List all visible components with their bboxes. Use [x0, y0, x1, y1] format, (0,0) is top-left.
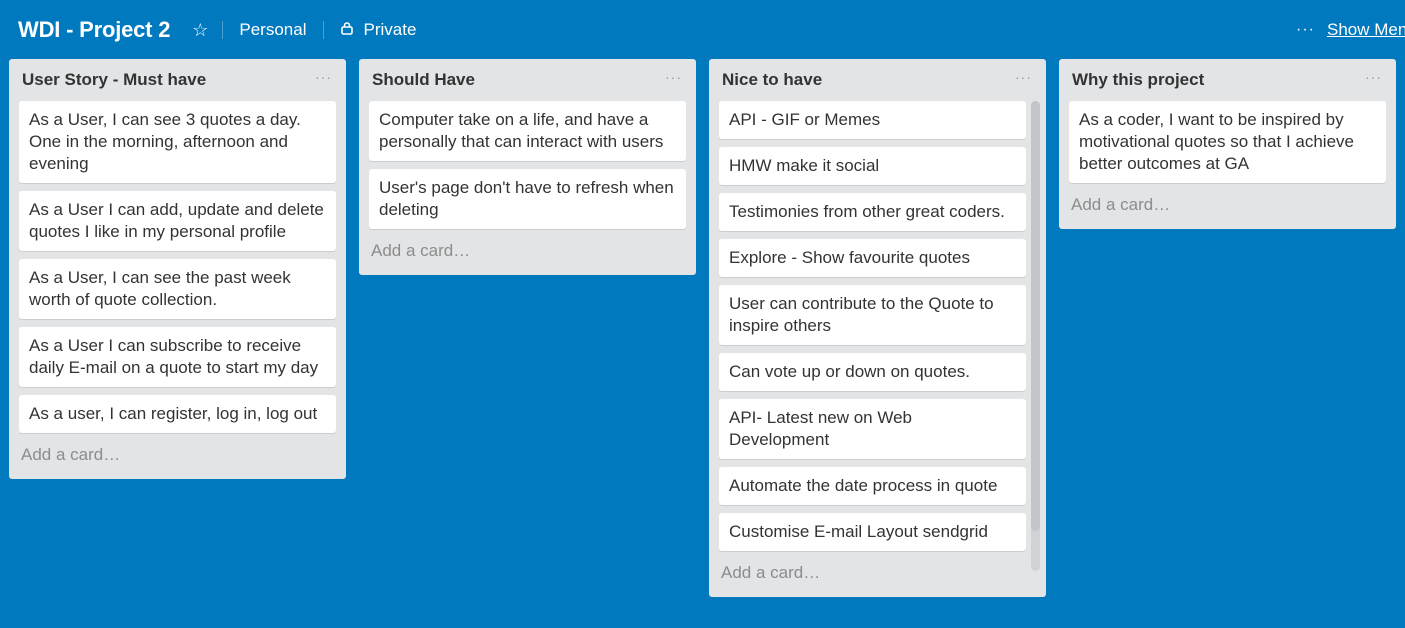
list-should-have: Should Have ··· Computer take on a life,…	[359, 59, 696, 275]
card-list: Computer take on a life, and have a pers…	[359, 101, 696, 229]
list-title[interactable]: User Story - Must have	[22, 70, 206, 90]
list-header: Nice to have ···	[709, 59, 1046, 101]
card[interactable]: As a User, I can see the past week worth…	[19, 259, 336, 319]
list-menu-icon[interactable]: ···	[665, 69, 682, 85]
card[interactable]: Automate the date process in quote	[719, 467, 1026, 505]
card[interactable]: As a User, I can see 3 quotes a day. One…	[19, 101, 336, 183]
list-scrollbar[interactable]	[1031, 101, 1040, 571]
visibility-button[interactable]: Private	[340, 20, 417, 40]
header-divider	[322, 21, 324, 39]
list-header: User Story - Must have ···	[9, 59, 346, 101]
show-menu-label: Show Menu	[1326, 20, 1405, 39]
list-menu-icon[interactable]: ···	[1015, 69, 1032, 85]
board-header: WDI - Project 2 ☆ Personal Private	[0, 0, 1405, 60]
card[interactable]: User can contribute to the Quote to insp…	[719, 285, 1026, 345]
list-title[interactable]: Nice to have	[722, 70, 822, 90]
list-title[interactable]: Why this project	[1072, 70, 1204, 90]
list-why-this-project: Why this project ··· As a coder, I want …	[1059, 59, 1396, 229]
add-card-button[interactable]: Add a card…	[359, 237, 696, 275]
add-card-button[interactable]: Add a card…	[9, 441, 346, 479]
card[interactable]: HMW make it social	[719, 147, 1026, 185]
card[interactable]: Testimonies from other great coders.	[719, 193, 1026, 231]
card[interactable]: API - GIF or Memes	[719, 101, 1026, 139]
list-menu-icon[interactable]: ···	[315, 69, 332, 85]
show-menu-button[interactable]: ··· Show Menu	[1296, 0, 1405, 60]
card-list: As a coder, I want to be inspired by mot…	[1059, 101, 1396, 183]
card-list: API - GIF or Memes HMW make it social Te…	[709, 101, 1046, 571]
add-card-button[interactable]: Add a card…	[1059, 191, 1396, 229]
card[interactable]: Customise E-mail Layout sendgrid	[719, 513, 1026, 551]
list-user-story: User Story - Must have ··· As a User, I …	[9, 59, 346, 479]
board-title[interactable]: WDI - Project 2	[18, 17, 170, 43]
card[interactable]: Computer take on a life, and have a pers…	[369, 101, 686, 161]
add-card-button[interactable]: Add a card…	[709, 559, 1046, 597]
list-header: Why this project ···	[1059, 59, 1396, 101]
card[interactable]: User's page don't have to refresh when d…	[369, 169, 686, 229]
list-menu-icon[interactable]: ···	[1365, 69, 1382, 85]
list-header: Should Have ···	[359, 59, 696, 101]
more-icon: ···	[1296, 21, 1315, 38]
scrollbar-thumb[interactable]	[1031, 101, 1040, 531]
header-divider	[222, 21, 224, 39]
card[interactable]: As a user, I can register, log in, log o…	[19, 395, 336, 433]
card-list: As a User, I can see 3 quotes a day. One…	[9, 101, 346, 433]
lock-icon	[340, 20, 354, 40]
team-button[interactable]: Personal	[239, 20, 306, 40]
visibility-label: Private	[363, 20, 417, 39]
star-icon[interactable]: ☆	[192, 20, 208, 41]
list-title[interactable]: Should Have	[372, 70, 475, 90]
card[interactable]: Explore - Show favourite quotes	[719, 239, 1026, 277]
card[interactable]: Can vote up or down on quotes.	[719, 353, 1026, 391]
card[interactable]: As a coder, I want to be inspired by mot…	[1069, 101, 1386, 183]
list-nice-to-have: Nice to have ··· API - GIF or Memes HMW …	[709, 59, 1046, 597]
card[interactable]: As a User I can subscribe to receive dai…	[19, 327, 336, 387]
card[interactable]: As a User I can add, update and delete q…	[19, 191, 336, 251]
card[interactable]: API- Latest new on Web Development	[719, 399, 1026, 459]
